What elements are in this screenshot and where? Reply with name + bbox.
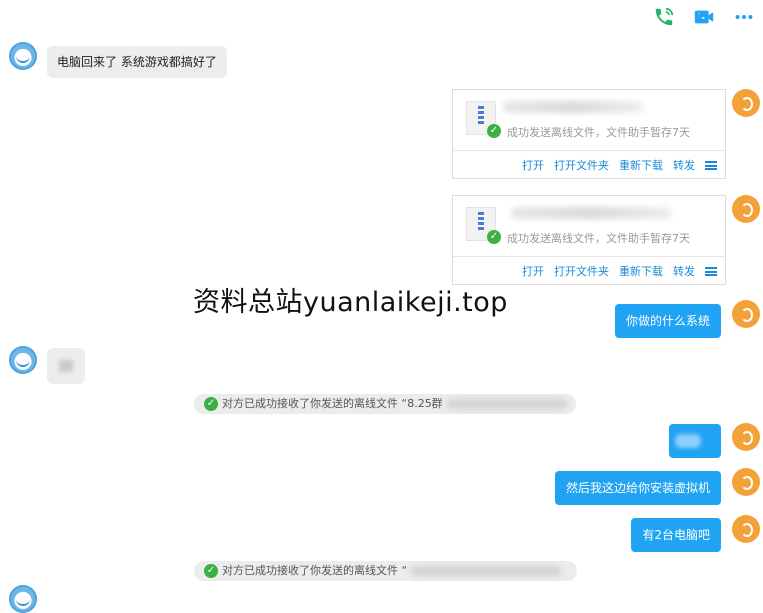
- file-message-card[interactable]: ✓ 成功发送离线文件，文件助手暂存7天 打开 打开文件夹 重新下载 转发: [452, 89, 726, 179]
- video-call-icon[interactable]: [692, 6, 716, 28]
- self-avatar[interactable]: [732, 89, 760, 117]
- peer-image-thumbnail[interactable]: [47, 348, 85, 384]
- watermark-text: 资料总站yuanlaikeji.top: [193, 287, 508, 318]
- redownload-link[interactable]: 重新下载: [619, 157, 663, 173]
- notice-text: 对方已成功接收了你发送的离线文件 “8.25群: [222, 397, 443, 410]
- self-message-bubble: 然后我这边给你安装虚拟机: [554, 471, 721, 505]
- file-name-redacted: [503, 101, 643, 113]
- menu-icon[interactable]: [705, 160, 717, 170]
- file-actions: 打开 打开文件夹 重新下载 转发: [512, 256, 717, 286]
- forward-link[interactable]: 转发: [673, 263, 695, 279]
- peer-avatar[interactable]: [9, 585, 37, 613]
- menu-icon[interactable]: [705, 266, 717, 276]
- success-check-icon: ✓: [204, 564, 218, 578]
- file-message-card[interactable]: ✓ 成功发送离线文件，文件助手暂存7天 打开 打开文件夹 重新下载 转发: [452, 195, 726, 285]
- self-message-bubble-redacted: [669, 424, 721, 458]
- success-check-icon: ✓: [487, 124, 501, 138]
- peer-message-bubble: 电脑回来了 系统游戏都搞好了: [47, 46, 227, 78]
- phone-icon[interactable]: [652, 6, 676, 28]
- open-file-link[interactable]: 打开: [522, 263, 544, 279]
- forward-link[interactable]: 转发: [673, 157, 695, 173]
- notice-text: 对方已成功接收了你发送的离线文件 “: [222, 564, 408, 577]
- file-received-notice: ✓ 对方已成功接收了你发送的离线文件 “: [194, 561, 577, 581]
- peer-avatar[interactable]: [9, 346, 37, 374]
- file-actions: 打开 打开文件夹 重新下载 转发: [512, 150, 717, 180]
- open-folder-link[interactable]: 打开文件夹: [554, 157, 609, 173]
- file-status-text: 成功发送离线文件，文件助手暂存7天: [507, 232, 690, 245]
- self-avatar[interactable]: [732, 423, 760, 451]
- open-folder-link[interactable]: 打开文件夹: [554, 263, 609, 279]
- self-message-bubble: 有2台电脑吧: [631, 518, 721, 552]
- file-status-text: 成功发送离线文件，文件助手暂存7天: [507, 126, 690, 139]
- file-name-redacted: [511, 207, 671, 219]
- self-avatar[interactable]: [732, 195, 760, 223]
- success-check-icon: ✓: [204, 397, 218, 411]
- self-avatar[interactable]: [732, 468, 760, 496]
- more-icon[interactable]: [732, 6, 756, 28]
- self-avatar[interactable]: [732, 300, 760, 328]
- open-file-link[interactable]: 打开: [522, 157, 544, 173]
- file-received-notice: ✓ 对方已成功接收了你发送的离线文件 “8.25群: [194, 394, 576, 414]
- peer-avatar[interactable]: [9, 42, 37, 70]
- self-message-bubble: 你做的什么系统: [614, 304, 721, 338]
- redownload-link[interactable]: 重新下载: [619, 263, 663, 279]
- success-check-icon: ✓: [487, 230, 501, 244]
- self-avatar[interactable]: [732, 515, 760, 543]
